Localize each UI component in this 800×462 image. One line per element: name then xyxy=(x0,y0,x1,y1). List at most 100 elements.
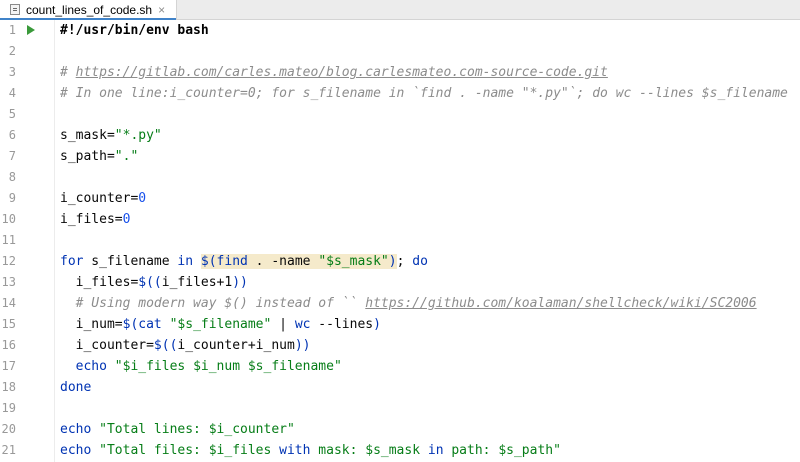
line-number: 10 xyxy=(1,212,16,226)
line-number: 8 xyxy=(8,170,16,184)
code-token: wc xyxy=(294,317,311,332)
shell-script-file-icon xyxy=(10,4,20,15)
code-token: # Using modern way $() instead of `` xyxy=(60,296,366,311)
code-line[interactable]: s_mask="*.py" xyxy=(60,125,162,146)
code-line[interactable]: # Using modern way $() instead of `` htt… xyxy=(60,293,757,314)
code-token: do xyxy=(412,254,428,269)
code-token: path: $s_path" xyxy=(443,443,561,458)
code-token: | xyxy=(271,317,295,332)
code-token: "$i_files $i_num $s_filename" xyxy=(114,359,342,374)
code-token: https://github.com/koalaman/shellcheck/w… xyxy=(365,296,757,311)
line-number: 6 xyxy=(8,128,16,142)
tab-count-lines-of-code[interactable]: count_lines_of_code.sh × xyxy=(0,0,177,20)
code-token: mask: $s_mask xyxy=(310,443,428,458)
code-token: i_files= xyxy=(60,212,123,227)
code-token: echo xyxy=(75,359,107,374)
code-line[interactable]: done xyxy=(60,377,91,398)
code-editor[interactable]: #!/usr/bin/env bash # https://gitlab.com/… xyxy=(55,20,800,462)
line-number: 18 xyxy=(1,380,16,394)
code-token: ; xyxy=(396,254,413,269)
close-icon[interactable]: × xyxy=(158,3,165,17)
code-token: # xyxy=(60,65,76,80)
code-line[interactable]: i_files=$((i_files+1)) xyxy=(60,272,248,293)
code-token: in xyxy=(177,254,194,269)
code-token: "." xyxy=(114,149,139,164)
code-token: 0 xyxy=(122,212,131,227)
code-token: echo xyxy=(60,422,92,437)
code-line[interactable]: #!/usr/bin/env bash xyxy=(60,20,209,41)
line-number: 12 xyxy=(1,254,16,268)
code-token: with xyxy=(279,443,311,458)
line-number: 2 xyxy=(8,44,16,58)
code-token: # In one line:i_counter=0; for s_filenam… xyxy=(60,86,788,101)
code-token: "Total files: $i_files xyxy=(99,443,280,458)
line-number: 13 xyxy=(1,275,16,289)
line-number: 4 xyxy=(8,86,16,100)
line-number: 7 xyxy=(8,149,16,163)
code-line[interactable]: echo "$i_files $i_num $s_filename" xyxy=(60,356,342,377)
code-token: i_counter= xyxy=(60,338,154,353)
line-number-gutter: 1 2 3 4 5 6 7 8 9 10 11 12 13 14 15 16 17 18 19 20 21 xyxy=(0,20,51,462)
code-token: "Total lines: $i_counter" xyxy=(99,422,295,437)
code-token: --lines xyxy=(310,317,374,332)
code-line[interactable]: for s_filename in $(find . -name "$s_mas… xyxy=(60,251,428,272)
code-token: i_files= xyxy=(60,275,139,290)
code-line[interactable]: # In one line:i_counter=0; for s_filenam… xyxy=(60,83,788,104)
code-line[interactable]: i_files=0 xyxy=(60,209,130,230)
code-token: in xyxy=(427,443,444,458)
code-token: )) xyxy=(232,275,248,290)
code-token: ) xyxy=(388,254,397,269)
line-number: 16 xyxy=(1,338,16,352)
code-line[interactable]: echo "Total files: $i_files with mask: $… xyxy=(60,440,561,461)
code-token: 0 xyxy=(138,191,147,206)
code-token: cat xyxy=(138,317,162,332)
code-line[interactable]: i_num=$(cat "$s_filename" | wc --lines) xyxy=(60,314,381,335)
code-token: "*.py" xyxy=(114,128,162,143)
code-line[interactable]: echo "Total lines: $i_counter" xyxy=(60,419,295,440)
code-token: i_files+1 xyxy=(161,275,233,290)
code-token: done xyxy=(60,380,92,395)
code-token: $(( xyxy=(138,275,162,290)
code-token: . -name xyxy=(247,254,319,269)
code-token: "$s_filename" xyxy=(169,317,272,332)
line-number: 21 xyxy=(1,443,16,457)
code-token: )) xyxy=(294,338,311,353)
code-token: #!/usr/bin/env bash xyxy=(60,23,209,38)
code-line[interactable]: # https://gitlab.com/carles.mateo/blog.c… xyxy=(60,62,608,83)
line-number: 5 xyxy=(8,107,16,121)
code-token: s_filename xyxy=(83,254,178,269)
code-token: s_mask= xyxy=(60,128,115,143)
code-token: $(( xyxy=(153,338,178,353)
run-script-icon[interactable] xyxy=(27,25,35,35)
line-number: 19 xyxy=(1,401,16,415)
code-token: find xyxy=(216,254,248,269)
code-token: i_counter+i_num xyxy=(177,338,295,353)
line-number: 15 xyxy=(1,317,16,331)
code-token: i_num= xyxy=(60,317,123,332)
line-number: 1 xyxy=(8,23,16,37)
code-line[interactable]: s_path="." xyxy=(60,146,138,167)
line-number: 20 xyxy=(1,422,16,436)
code-token: i_counter= xyxy=(60,191,139,206)
line-number: 14 xyxy=(1,296,16,310)
code-token: $( xyxy=(200,254,217,269)
code-token: https://gitlab.com/carles.mateo/blog.car… xyxy=(75,65,608,80)
line-number: 9 xyxy=(8,191,16,205)
line-number: 17 xyxy=(1,359,16,373)
code-token: for xyxy=(60,254,84,269)
code-token: s_path= xyxy=(60,149,115,164)
editor-tab-bar: count_lines_of_code.sh × xyxy=(0,0,800,20)
code-token: ) xyxy=(373,317,381,332)
line-number: 3 xyxy=(8,65,16,79)
code-line[interactable]: i_counter=0 xyxy=(60,188,146,209)
code-line[interactable]: i_counter=$((i_counter+i_num)) xyxy=(60,335,311,356)
tab-label: count_lines_of_code.sh xyxy=(26,2,153,17)
code-token: $( xyxy=(122,317,139,332)
code-token: echo xyxy=(60,443,92,458)
